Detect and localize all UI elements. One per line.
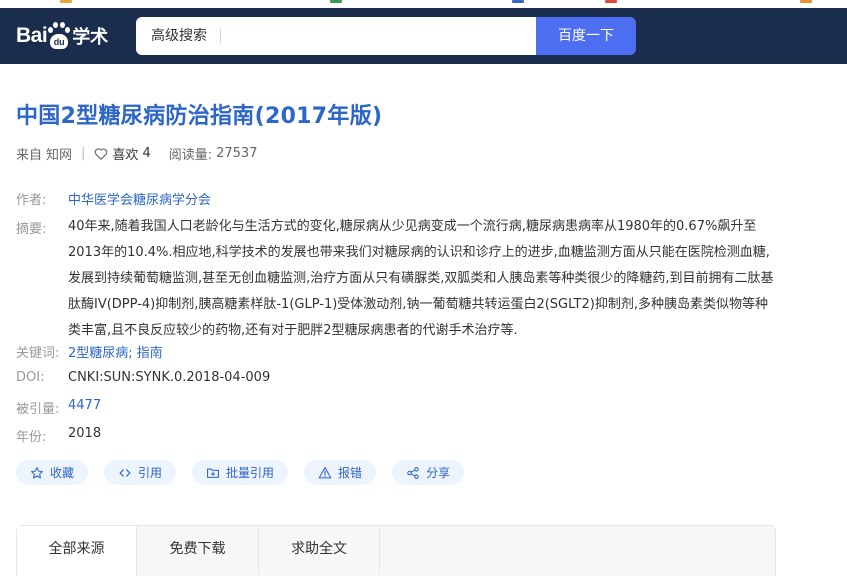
collect-label: 收藏: [50, 466, 75, 480]
search-input[interactable]: [228, 21, 528, 51]
meta-separator: |: [81, 146, 86, 161]
heart-icon: [95, 147, 108, 160]
batch-cite-button[interactable]: 批量引用: [192, 460, 289, 485]
like-button[interactable]: 喜欢 4: [94, 144, 151, 163]
likes-label: 喜欢: [112, 148, 139, 163]
paper-meta: 来自 知网 | 喜欢 4 阅读量: 27537: [16, 144, 257, 163]
warning-icon: [318, 466, 332, 478]
likes-count: 4: [142, 146, 151, 161]
collect-button[interactable]: 收藏: [16, 460, 89, 485]
cite-label: 引用: [138, 466, 163, 480]
source-name[interactable]: 知网: [46, 144, 72, 163]
share-label: 分享: [426, 466, 451, 480]
action-bar: 收藏 引用 批量引用 报错 分享: [16, 460, 480, 485]
report-error-button[interactable]: 报错: [304, 460, 377, 485]
search-bar: 高级搜索: [136, 17, 536, 55]
tab-free-download[interactable]: 免费下载: [137, 526, 259, 574]
reads-count: 27537: [216, 146, 258, 161]
batch-cite-label: 批量引用: [226, 466, 275, 480]
share-button[interactable]: 分享: [392, 460, 465, 485]
keyword-link[interactable]: 2型糖尿病: [68, 346, 128, 361]
paw-icon: du: [48, 21, 71, 51]
keyword-separator: ;: [128, 346, 133, 361]
author-link[interactable]: 中华医学会糖尿病学分会: [68, 189, 211, 208]
star-icon: [30, 466, 44, 479]
source-prefix: 来自: [16, 148, 43, 163]
code-icon: [119, 468, 131, 477]
search-button[interactable]: 百度一下: [536, 17, 636, 55]
keywords-list: 2型糖尿病; 指南: [68, 342, 163, 361]
keywords-label: 关键词:: [16, 346, 60, 361]
keyword-link[interactable]: 指南: [137, 346, 163, 361]
baidu-scholar-logo[interactable]: Bai du 学术: [16, 18, 126, 54]
bookmark-dot-icon: [330, 0, 342, 3]
bookmark-dot-icon: [800, 0, 812, 3]
tab-request-fulltext[interactable]: 求助全文: [259, 526, 380, 574]
report-error-label: 报错: [338, 466, 363, 480]
tab-all-sources[interactable]: 全部来源: [17, 526, 137, 576]
bookmark-dot-icon: [512, 0, 524, 3]
bookmark-dot-icon: [605, 0, 617, 3]
share-icon: [407, 466, 419, 479]
author-label: 作者:: [16, 193, 47, 208]
year-label: 年份:: [16, 430, 47, 445]
paper-title[interactable]: 中国2型糖尿病防治指南(2017年版): [16, 98, 382, 130]
advanced-search-link[interactable]: 高级搜索: [151, 17, 207, 55]
source-tabs: 全部来源 免费下载 求助全文: [16, 525, 776, 576]
logo-text-bai: Bai: [16, 24, 48, 47]
bookmark-dot-icon: [60, 0, 72, 3]
browser-bookmark-strip: [0, 0, 847, 8]
cite-button[interactable]: 引用: [104, 460, 177, 485]
search-divider: [220, 28, 221, 44]
folder-add-icon: [207, 468, 219, 478]
year-value: 2018: [68, 426, 102, 441]
doi-value: CNKI:SUN:SYNK.0.2018-04-009: [68, 370, 271, 385]
cited-label: 被引量:: [16, 402, 60, 417]
top-navigation-bar: Bai du 学术 高级搜索 百度一下: [0, 8, 847, 64]
logo-text-du: du: [50, 34, 69, 49]
logo-text-xueshu: 学术: [72, 27, 109, 48]
abstract-text: 40年来,随着我国人口老龄化与生活方式的变化,糖尿病从少见病变成一个流行病,糖尿…: [68, 219, 774, 338]
doi-label: DOI:: [16, 370, 45, 385]
abstract-label: 摘要:: [16, 222, 47, 237]
cited-count[interactable]: 4477: [68, 398, 101, 413]
reads-label: 阅读量:: [168, 148, 213, 163]
